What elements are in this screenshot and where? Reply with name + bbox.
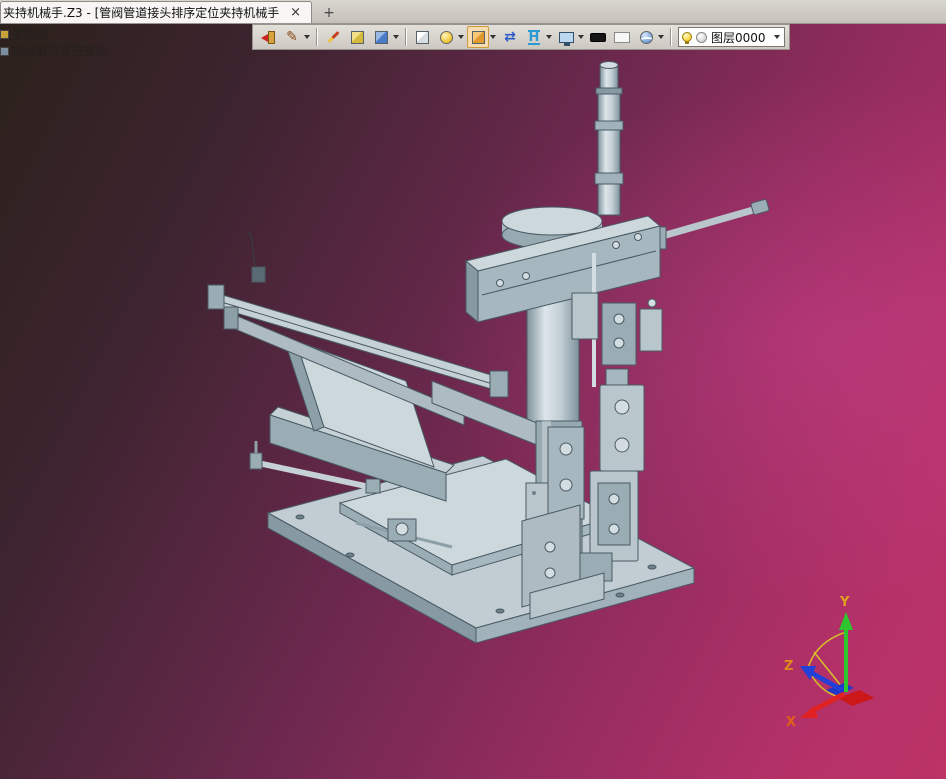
z-axis-label: Z [784,659,793,674]
brush-icon[interactable] [322,26,344,48]
pen-glyph-icon: ✎ [286,29,298,45]
pen-dropdown-arrow[interactable] [304,35,310,39]
sphere-swoosh-icon[interactable] [635,26,657,48]
white-panel-icon[interactable] [611,26,633,48]
hint-bullet-icon [0,47,9,56]
cube-yellow-icon[interactable] [346,26,368,48]
blue-cube-icon [374,30,388,44]
x-axis-label: X [786,715,796,730]
sphere-yellow-dropdown-arrow[interactable] [458,35,464,39]
monitor-icon[interactable] [555,26,577,48]
sphere-swoosh-dropdown-arrow[interactable] [658,35,664,39]
hint-text: 变热键 鼠标取消这些提示. [0,26,112,60]
tab-close-icon[interactable]: × [288,6,303,19]
yellow-sphere-icon [439,30,453,44]
yellow-cube-icon [350,30,364,44]
beam-glyph-icon: H [527,29,541,45]
black-bar-icon [590,32,606,42]
cube-blue-icon[interactable] [370,26,392,48]
monitor-glyph-icon [558,31,574,46]
hint-bullet-icon [0,30,9,39]
zw3d-window: 夹持机械手.Z3 - [管阀管道接头排序定位夹持机械手] × + 变热键 鼠标取… [0,0,946,779]
zebra-stripe-icon[interactable] [587,26,609,48]
swap-arrows-icon[interactable]: ⇄ [499,26,521,48]
viewport-3d[interactable]: 变热键 鼠标取消这些提示. ✎ ⇄ H 图层0000 Y Z X [0,24,946,779]
hint-line-1: 变热键 [0,26,112,43]
beam-dropdown-arrow[interactable] [546,35,552,39]
cube-orange-icon[interactable] [467,26,489,48]
cube-white-icon[interactable] [411,26,433,48]
blue-sphere-icon [639,30,653,44]
orange-cube-icon [471,30,485,44]
new-tab-button[interactable]: + [318,3,340,23]
white-bar-icon [614,31,630,43]
toolbar-separator [405,28,406,46]
toolbar-separator [316,28,317,46]
brush-glyph-icon [326,30,340,44]
exit-door-icon [261,30,275,44]
coordinate-triad: Y Z X [784,595,874,730]
view-toolbar: ✎ ⇄ H 图层0000 [252,24,790,50]
cube-orange-dropdown-arrow[interactable] [490,35,496,39]
cad-model [207,61,770,644]
hint-text-2: 鼠标取消这些提示. [12,44,112,58]
layer-combobox[interactable]: 图层0000 [678,27,785,47]
white-cube-icon [415,30,429,44]
monitor-dropdown-arrow[interactable] [578,35,584,39]
exit-icon[interactable] [257,26,279,48]
swap-glyph-icon: ⇄ [504,29,516,45]
cube-blue-dropdown-arrow[interactable] [393,35,399,39]
hint-text-1: 变热键 [12,27,49,41]
pen-icon[interactable]: ✎ [281,26,303,48]
bulb-icon[interactable] [682,32,692,44]
toolbar-separator [670,28,671,46]
layer-dropdown-arrow[interactable] [773,35,780,39]
layer-circle-icon [696,31,707,43]
document-tab[interactable]: 夹持机械手.Z3 - [管阀管道接头排序定位夹持机械手] × [0,1,312,23]
layer-label: 图层0000 [711,30,766,45]
tab-title: 夹持机械手.Z3 - [管阀管道接头排序定位夹持机械手] [3,6,281,20]
hint-line-2: 鼠标取消这些提示. [0,43,112,60]
beam-section-icon[interactable]: H [523,26,545,48]
y-axis-label: Y [839,595,850,610]
tab-bar: 夹持机械手.Z3 - [管阀管道接头排序定位夹持机械手] × + [0,0,946,24]
triad-red-plane [838,690,874,706]
sphere-yellow-icon[interactable] [435,26,457,48]
